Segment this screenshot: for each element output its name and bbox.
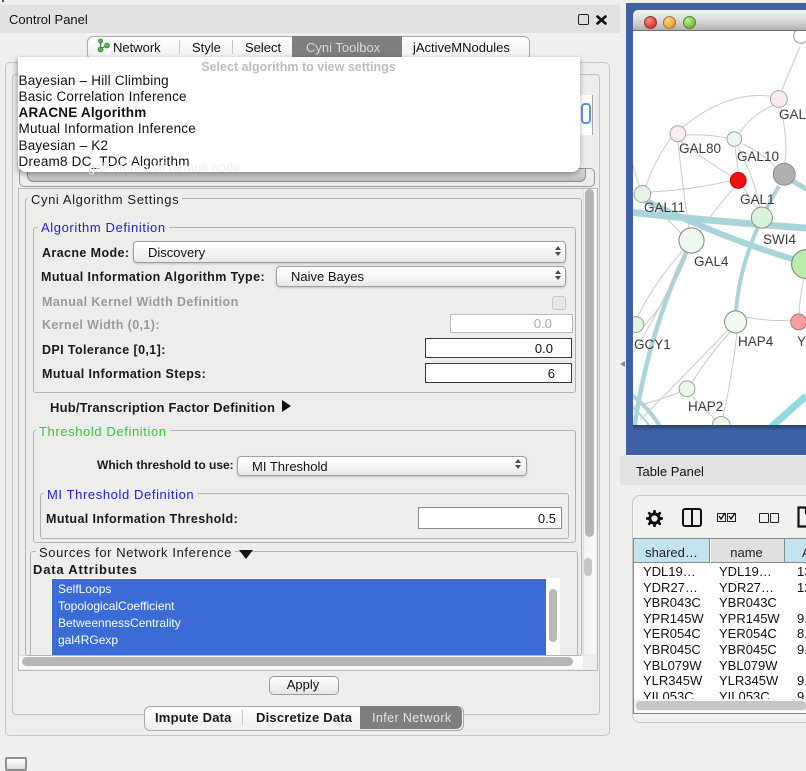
svg-text:GAL11: GAL11 (644, 200, 685, 215)
svg-text:GCY1: GCY1 (634, 337, 671, 352)
svg-text:HAP4: HAP4 (738, 334, 774, 349)
svg-text:GAL10: GAL10 (737, 149, 779, 164)
svg-text:GAL2: GAL2 (779, 107, 806, 122)
svg-text:SWI4: SWI4 (763, 232, 796, 247)
svg-text:GAL80: GAL80 (679, 141, 721, 156)
svg-text:GAL4: GAL4 (694, 254, 729, 269)
svg-text:GAL1: GAL1 (740, 192, 775, 207)
svg-text:Y: Y (797, 334, 806, 349)
svg-text:HAP2: HAP2 (688, 399, 723, 414)
